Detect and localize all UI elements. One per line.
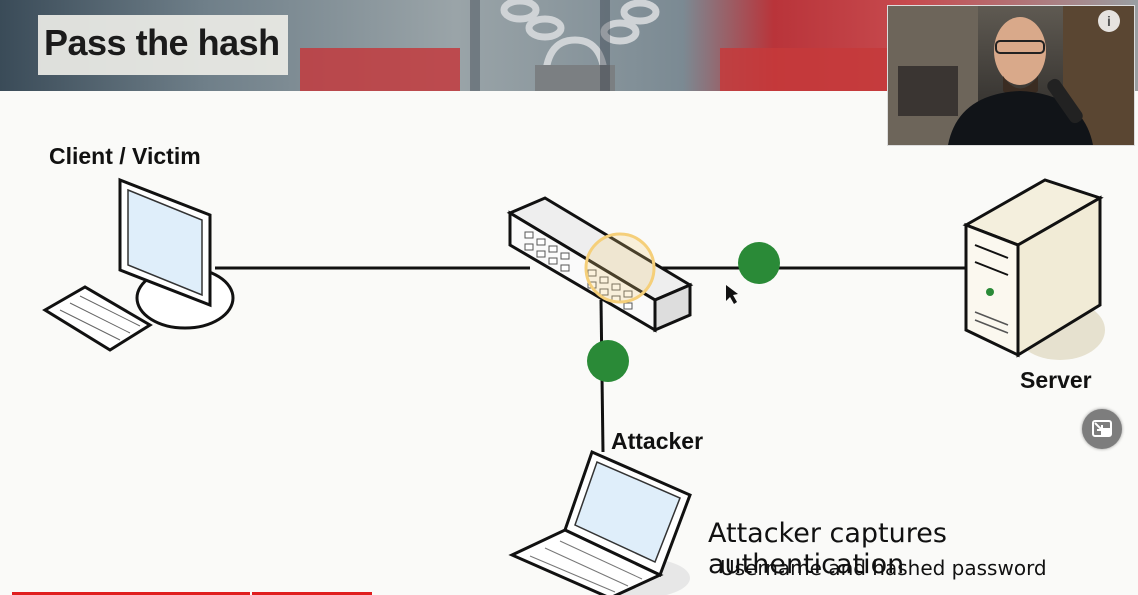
attacker-label: Attacker [611,428,704,454]
server-tower-icon [962,178,1105,360]
network-diagram [42,177,1105,595]
desktop-computer-icon [42,177,235,352]
slide-subcaption: Username and hashed password [720,556,1047,580]
cursor-highlight [584,232,656,304]
packet-dot [738,242,780,284]
packet-dot [587,340,629,382]
picture-in-picture-button[interactable] [1082,409,1122,449]
mouse-pointer-icon [726,285,738,304]
client-victim-label: Client / Victim [49,143,201,169]
laptop-icon [508,449,692,595]
picture-in-picture-icon [1092,420,1112,437]
server-label: Server [1020,367,1092,393]
